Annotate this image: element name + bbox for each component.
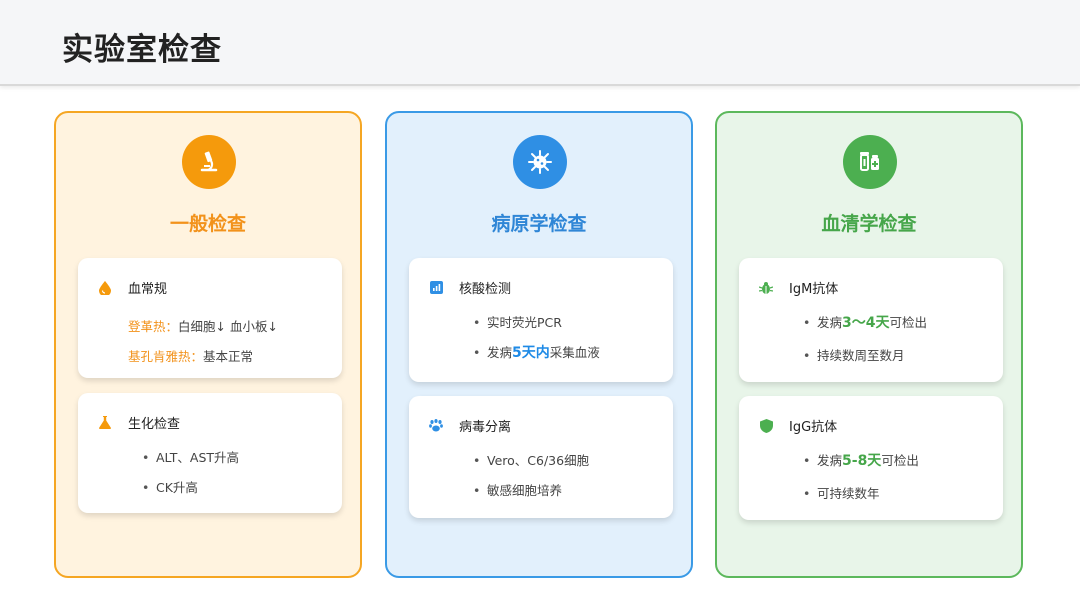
microscope-icon [182, 135, 236, 189]
vials-icon [843, 135, 897, 189]
virus-icon [513, 135, 567, 189]
paw-icon [429, 419, 443, 433]
list-item: • 发病5天内采集血液 [473, 345, 600, 361]
flask-icon [98, 416, 112, 430]
column-pathogen-exam: 病原学检查 核酸检测 • 实时荧光PCR • 发病5天内采集血液 病毒分离 • Ver… [385, 111, 693, 578]
list-item: • Vero、C6/36细胞 [473, 453, 590, 468]
column-title: 一般检查 [169, 213, 246, 235]
card-biochemistry: 生化检查 • ALT、AST升高 • CK升高 [78, 393, 342, 513]
column-general-exam: 一般检查 血常规 登革热：白细胞↓ 血小板↓ 基孔肯雅热：基本正常 生化检查 •… [54, 111, 362, 578]
list-item: • 可持续数年 [803, 486, 880, 501]
card-nucleic-acid: 核酸检测 • 实时荧光PCR • 发病5天内采集血液 [409, 258, 673, 382]
list-item: • ALT、AST升高 [142, 450, 240, 465]
card-label: IgG抗体 [789, 420, 838, 435]
column-serology-exam: 血清学检查 IgM抗体 • 发病3～4天可检出 • 持续数周至数月 IgG抗体 • 发… [715, 111, 1023, 578]
page-title: 实验室检查 [62, 32, 222, 68]
card-label: 血常规 [128, 282, 168, 297]
card-igm-antibody: IgM抗体 • 发病3～4天可检出 • 持续数周至数月 [739, 258, 1003, 382]
column-title: 病原学检查 [491, 213, 587, 235]
card-igg-antibody: IgG抗体 • 发病5-8天可检出 • 可持续数年 [739, 396, 1003, 520]
card-label: IgM抗体 [789, 282, 839, 297]
list-item: 登革热：白细胞↓ 血小板↓ [128, 319, 278, 334]
card-label: 生化检查 [128, 417, 181, 432]
list-item: • 发病3～4天可检出 [803, 315, 928, 331]
card-blood-routine: 血常规 登革热：白细胞↓ 血小板↓ 基孔肯雅热：基本正常 [78, 258, 342, 378]
chart-icon [429, 281, 443, 295]
list-item: • 发病5-8天可检出 [803, 453, 919, 469]
list-item: • 实时荧光PCR [473, 315, 562, 330]
list-item: • 持续数周至数月 [803, 348, 905, 363]
card-virus-isolation: 病毒分离 • Vero、C6/36细胞 • 敏感细胞培养 [409, 396, 673, 518]
column-title: 血清学检查 [821, 213, 917, 235]
drop-icon [98, 280, 112, 295]
bug-icon [759, 281, 773, 295]
list-item: • 敏感细胞培养 [473, 483, 563, 498]
card-label: 病毒分离 [459, 420, 512, 435]
shield-icon [759, 418, 773, 433]
list-item: 基孔肯雅热：基本正常 [128, 349, 254, 364]
list-item: • CK升高 [142, 480, 198, 495]
header-bar: 实验室检查 [0, 0, 1080, 86]
card-label: 核酸检测 [459, 282, 512, 297]
